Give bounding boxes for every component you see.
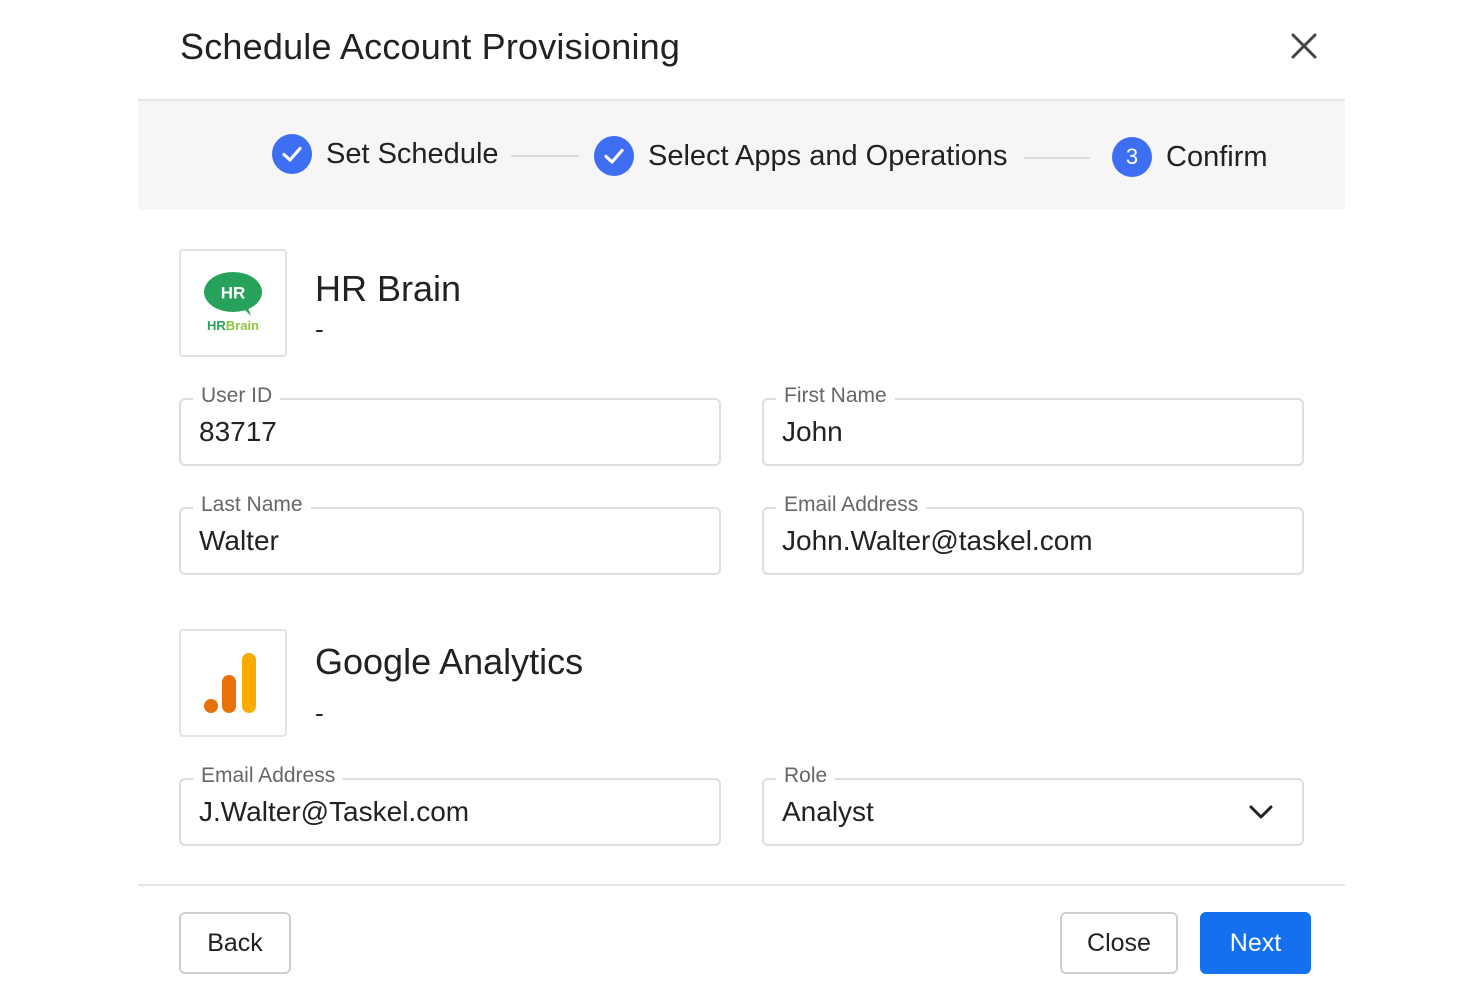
check-icon <box>594 136 634 176</box>
field-label: Role <box>776 764 836 788</box>
check-icon <box>272 134 312 174</box>
app-subtitle: - <box>315 314 324 344</box>
field-label: First Name <box>776 384 895 408</box>
hr-brain-logo: HR HRBrain <box>179 249 287 357</box>
field-value: Walter <box>199 525 279 556</box>
logo-badge-text: HR <box>221 284 246 303</box>
first-name-field[interactable]: First Name John <box>762 384 1304 466</box>
footer-divider <box>138 884 1345 886</box>
dialog-title: Schedule Account Provisioning <box>180 26 681 67</box>
field-value: Analyst <box>782 796 874 827</box>
next-button[interactable]: Next <box>1200 912 1311 974</box>
app-name-google-analytics: Google Analytics <box>315 641 584 682</box>
stepper: Set Schedule Select Apps and Operations … <box>138 101 1345 210</box>
step-connector <box>511 155 579 157</box>
email-address-field[interactable]: Email Address John.Walter@taskel.com <box>762 493 1304 575</box>
step-label: Confirm <box>1166 140 1268 173</box>
step-connector <box>1024 157 1090 159</box>
logo-wordmark-right: Brain <box>226 318 259 333</box>
back-button[interactable]: Back <box>179 912 291 974</box>
step-number-badge: 3 <box>1112 137 1152 177</box>
logo-wordmark-left: HR <box>207 318 226 333</box>
field-label: User ID <box>193 384 281 408</box>
close-icon[interactable] <box>1284 26 1324 66</box>
field-label: Email Address <box>776 493 927 517</box>
google-analytics-icon <box>179 629 287 737</box>
app-subtitle: - <box>315 698 324 728</box>
app-name-hr-brain: HR Brain <box>315 268 462 309</box>
step-confirm[interactable]: 3 Confirm <box>1112 137 1268 177</box>
field-label: Last Name <box>193 493 311 517</box>
ga-email-address-field[interactable]: Email Address J.Walter@Taskel.com <box>179 764 721 846</box>
svg-text:HRBrain: HRBrain <box>207 318 259 333</box>
chevron-down-icon[interactable] <box>1246 800 1276 824</box>
step-label: Select Apps and Operations <box>648 139 1008 172</box>
provisioning-dialog: Schedule Account Provisioning Set Schedu… <box>0 0 1480 987</box>
field-value: John <box>782 416 843 447</box>
step-label: Set Schedule <box>326 137 499 170</box>
last-name-field[interactable]: Last Name Walter <box>179 493 721 575</box>
user-id-field[interactable]: User ID 83717 <box>179 384 721 466</box>
step-set-schedule[interactable]: Set Schedule <box>272 134 499 174</box>
field-value: J.Walter@Taskel.com <box>199 796 470 827</box>
close-button[interactable]: Close <box>1060 912 1178 974</box>
role-select[interactable]: Role Analyst <box>762 764 1304 846</box>
field-value: John.Walter@taskel.com <box>782 525 1093 556</box>
field-label: Email Address <box>193 764 344 788</box>
step-select-apps[interactable]: Select Apps and Operations <box>594 136 1008 176</box>
field-value: 83717 <box>199 416 277 447</box>
